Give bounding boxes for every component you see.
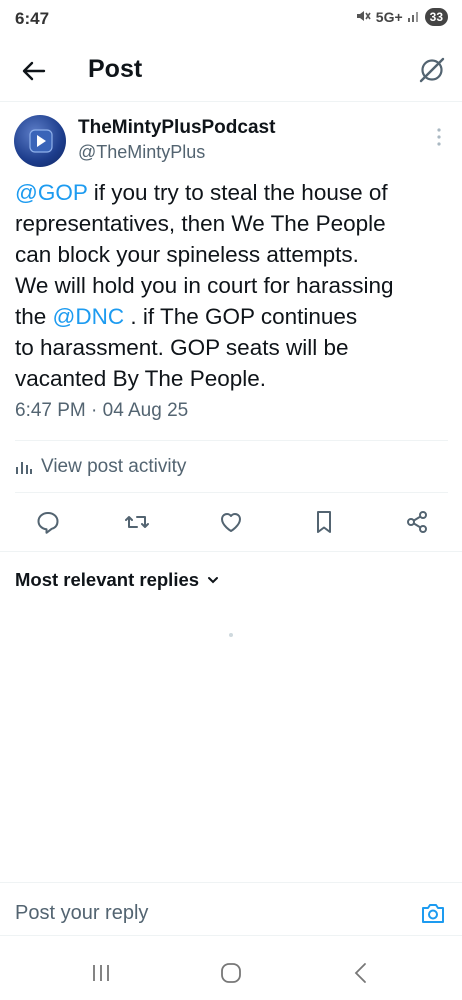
mention-link[interactable]: @DNC (53, 304, 125, 329)
author-handle[interactable]: @TheMintyPlus (78, 142, 205, 163)
activity-label: View post activity (41, 456, 187, 477)
reply-composer[interactable]: Post your reply (0, 882, 462, 936)
reply-icon (37, 512, 59, 534)
recents-icon (93, 965, 109, 981)
top-bar: Post (0, 40, 462, 102)
signal-icon (407, 9, 421, 25)
grok-icon (419, 57, 445, 83)
chevron-left-icon (354, 963, 366, 983)
post-text: @GOP if you try to steal the house of re… (15, 177, 455, 394)
arrow-left-icon (22, 61, 46, 81)
back-nav-button[interactable] (346, 960, 376, 986)
repost-button[interactable] (123, 508, 151, 536)
grok-button[interactable] (416, 54, 448, 86)
home-icon (221, 963, 241, 983)
post-line: We will hold you in court for harassing (15, 273, 394, 298)
camera-button[interactable] (420, 901, 446, 925)
share-icon (407, 511, 427, 533)
chevron-down-icon (208, 577, 219, 584)
status-time: 6:47 (15, 9, 50, 28)
mention-link[interactable]: @GOP (15, 180, 87, 205)
divider (15, 440, 448, 441)
sort-label: Most relevant replies (15, 569, 200, 590)
battery-indicator: 33 (424, 8, 448, 26)
status-bar: 6:47 5G+ 33 (0, 0, 462, 40)
divider (15, 492, 448, 493)
more-options-button[interactable] (434, 126, 444, 148)
play-logo-icon (29, 129, 53, 153)
post-line: representatives, then We The People (15, 211, 386, 236)
like-icon (221, 513, 241, 532)
system-nav-bar (0, 950, 462, 1000)
post-line: can block your spineless attempts. (15, 242, 359, 267)
status-indicators: 5G+ 33 (356, 8, 448, 26)
bookmark-icon (317, 511, 331, 533)
like-button[interactable] (217, 508, 245, 536)
camera-icon (422, 904, 444, 923)
post-line: the @DNC . if The GOP continues (15, 304, 358, 329)
home-button[interactable] (216, 960, 246, 986)
analytics-icon (16, 462, 32, 474)
divider (0, 551, 462, 552)
bookmark-button[interactable] (310, 508, 338, 536)
post-line: vacanted By The People. (15, 366, 267, 391)
reply-input-placeholder[interactable]: Post your reply (15, 902, 148, 925)
view-activity-button[interactable]: View post activity (15, 456, 186, 478)
repost-icon (125, 516, 149, 528)
action-bar (0, 508, 462, 538)
post-line: to harassment. GOP seats will be (15, 335, 349, 360)
recents-button[interactable] (86, 960, 116, 986)
post-timestamp: 6:47 PM · 04 Aug 25 (15, 400, 189, 421)
avatar[interactable] (14, 115, 66, 167)
replies-sort-button[interactable]: Most relevant replies (15, 569, 219, 591)
page-title: Post (88, 55, 143, 83)
mute-icon (356, 9, 372, 26)
reply-button[interactable] (34, 508, 62, 536)
post-line: @GOP if you try to steal the house of (15, 180, 388, 205)
author-name[interactable]: TheMintyPlusPodcast (78, 117, 275, 139)
more-vertical-icon (437, 128, 441, 146)
loading-indicator (229, 633, 233, 637)
network-label: 5G+ (375, 9, 403, 25)
share-button[interactable] (403, 508, 431, 536)
back-button[interactable] (18, 56, 50, 86)
